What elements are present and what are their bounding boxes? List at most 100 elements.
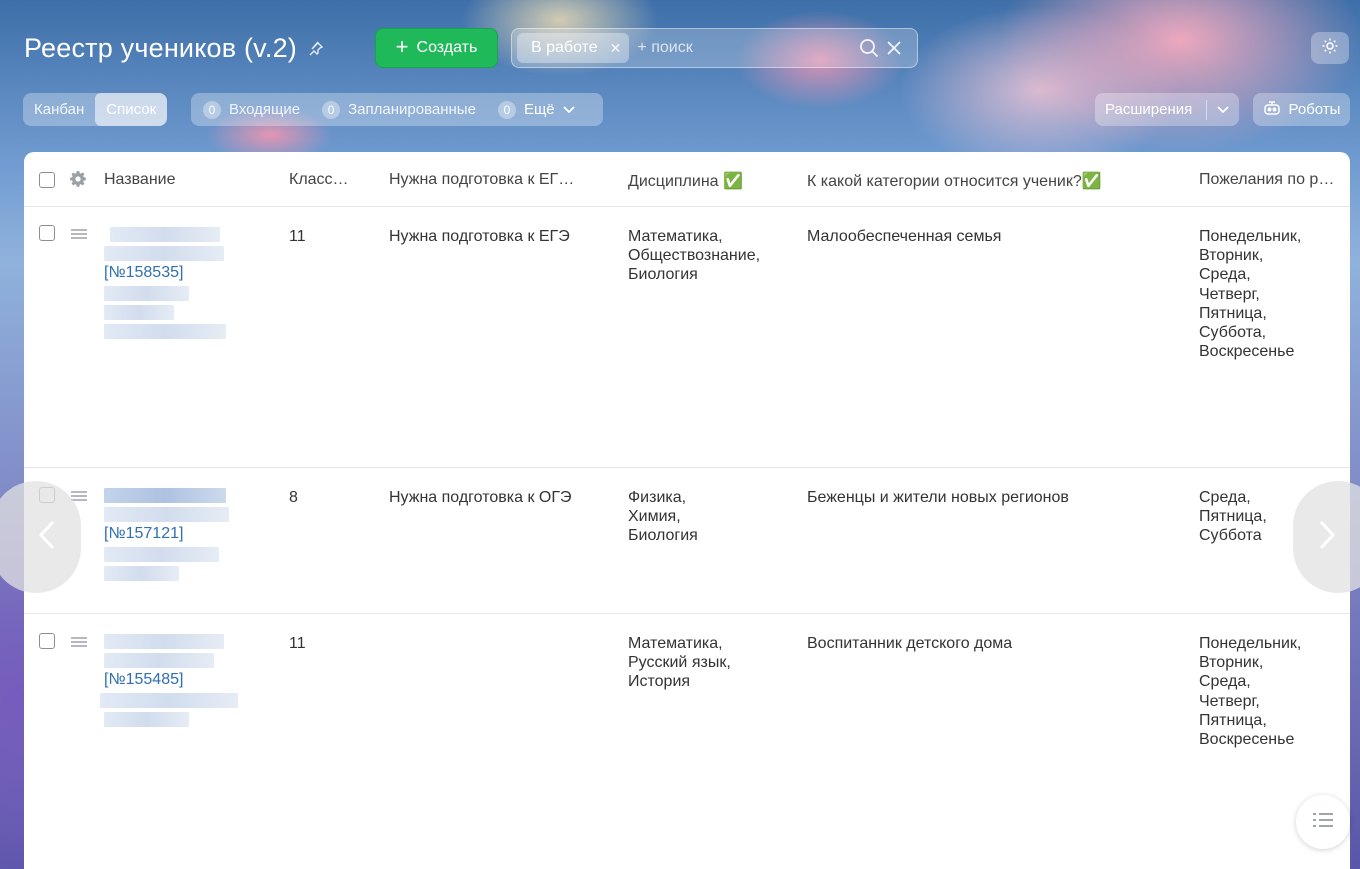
discipline-cell: Физика, Химия, Биология <box>628 488 798 546</box>
select-all-checkbox[interactable] <box>39 172 55 188</box>
category-cell: Беженцы и жители новых регионов <box>807 489 1069 506</box>
robots-label: Роботы <box>1288 101 1341 118</box>
redacted-name <box>104 634 224 649</box>
discipline-item: Математика, <box>628 228 723 245</box>
discipline-item: Химия, <box>628 508 681 526</box>
plus-icon: + <box>395 34 409 59</box>
wishes-cell: Понедельник, Вторник, Среда, Четверг, Пя… <box>1199 634 1344 749</box>
student-name-cell[interactable]: [№155485] <box>100 634 244 731</box>
discipline-cell: Математика, Обществознание, Биология <box>628 227 798 285</box>
extensions-label: Расширения <box>1105 101 1193 118</box>
search-icon[interactable] <box>859 38 879 63</box>
scroll-left-button[interactable] <box>0 481 81 593</box>
counter-badge: 0 <box>322 100 341 119</box>
category-cell: Воспитанник детского дома <box>807 635 1013 652</box>
redacted-text <box>104 566 179 582</box>
extensions-button[interactable]: Расширения <box>1095 93 1239 126</box>
student-id-link[interactable]: [№158535] <box>104 264 183 281</box>
list-menu-button[interactable] <box>1296 795 1350 849</box>
page-header: Реестр учеников (v.2) <box>24 30 325 66</box>
tab-kanban[interactable]: Канбан <box>23 93 95 126</box>
chevron-left-icon <box>38 515 55 560</box>
table-row[interactable]: [№158535] 11 Нужна подготовка к ЕГЭ Мате… <box>24 207 1350 468</box>
redacted-text <box>104 324 226 340</box>
counter-incoming[interactable]: 0 Входящие <box>203 100 300 119</box>
table-header: Название Класс… Нужна подготовка к ЕГ… Д… <box>24 152 1350 207</box>
chevron-down-icon[interactable] <box>1207 105 1239 114</box>
list-icon <box>1312 812 1334 833</box>
grade-cell: 11 <box>289 228 306 245</box>
day-item: Понедельник, <box>1199 228 1302 245</box>
day-item: Вторник, <box>1199 654 1264 672</box>
create-button[interactable]: + Создать <box>375 28 498 68</box>
page-title: Реестр учеников (v.2) <box>24 32 297 63</box>
discipline-item: Обществознание, <box>628 247 761 265</box>
table-row[interactable]: [№157121] 8 Нужна подготовка к ОГЭ Физик… <box>24 468 1350 614</box>
counter-badge: 0 <box>497 100 516 119</box>
search-bar[interactable]: В работе ✕ <box>511 28 918 68</box>
search-input[interactable] <box>637 39 838 57</box>
student-name-cell[interactable]: [№157121] <box>104 488 234 585</box>
counters-bar: 0 Входящие 0 Запланированные 0 Ещё <box>191 93 603 126</box>
prep-cell: Нужна подготовка к ОГЭ <box>389 489 572 506</box>
settings-button[interactable] <box>1311 32 1349 64</box>
redacted-name <box>104 488 226 503</box>
table-row[interactable]: [№155485] 11 Математика, Русский язык, И… <box>24 614 1350 814</box>
redacted-name <box>104 653 214 668</box>
grade-cell: 8 <box>289 489 298 506</box>
filter-chip-label: В работе <box>531 39 598 56</box>
chevron-down-icon <box>563 101 575 118</box>
counter-badge: 0 <box>203 100 221 119</box>
drag-handle-icon[interactable] <box>71 229 87 239</box>
close-icon[interactable]: ✕ <box>610 40 622 57</box>
student-id-link[interactable]: [№155485] <box>104 671 183 688</box>
gear-icon <box>1321 37 1339 60</box>
discipline-item: Биология <box>628 266 698 284</box>
day-item: Пятница, <box>1199 711 1267 729</box>
filter-chip[interactable]: В работе ✕ <box>517 33 630 63</box>
column-header-prep[interactable]: Нужна подготовка к ЕГ… <box>389 171 599 189</box>
drag-handle-icon[interactable] <box>71 637 87 647</box>
day-item: Суббота, <box>1199 324 1267 342</box>
day-item: Вторник, <box>1199 247 1264 265</box>
tab-list[interactable]: Список <box>95 93 168 126</box>
redacted-text <box>104 286 189 302</box>
gear-icon[interactable] <box>70 171 86 192</box>
day-item: Среда, <box>1199 673 1251 691</box>
counter-more[interactable]: 0 Ещё <box>497 100 575 119</box>
create-button-label: Создать <box>416 39 478 56</box>
column-header-name[interactable]: Название <box>104 171 274 189</box>
redacted-name <box>104 246 224 261</box>
column-header-discipline[interactable]: Дисциплина ✅ <box>628 171 798 191</box>
day-item: Воскресенье <box>1199 731 1295 749</box>
robots-button[interactable]: Роботы <box>1253 93 1350 126</box>
column-header-grade[interactable]: Класс… <box>289 171 359 189</box>
column-header-wishes[interactable]: Пожелания по р… <box>1199 171 1344 189</box>
data-table: Название Класс… Нужна подготовка к ЕГ… Д… <box>24 152 1350 869</box>
drag-handle-icon[interactable] <box>71 491 87 501</box>
category-cell: Малообеспеченная семья <box>807 228 1002 245</box>
redacted-text <box>104 305 174 321</box>
counter-planned[interactable]: 0 Запланированные <box>322 100 476 119</box>
discipline-item: Математика, <box>628 635 723 652</box>
student-id-link[interactable]: [№157121] <box>104 525 183 542</box>
day-item: Четверг, <box>1199 692 1260 710</box>
student-name-cell[interactable]: [№158535] <box>104 227 234 343</box>
row-checkbox[interactable] <box>39 633 55 649</box>
row-checkbox[interactable] <box>39 225 55 241</box>
clear-search-icon[interactable] <box>885 39 903 62</box>
prep-cell: Нужна подготовка к ЕГЭ <box>389 228 570 245</box>
discipline-item: Русский язык, <box>628 654 731 672</box>
redacted-text <box>100 693 238 709</box>
discipline-cell: Математика, Русский язык, История <box>628 634 798 692</box>
discipline-item: Биология <box>628 527 698 545</box>
discipline-item: Физика, <box>628 489 687 506</box>
scroll-right-button[interactable] <box>1293 481 1360 593</box>
pin-icon[interactable] <box>307 39 325 57</box>
day-item: Воскресенье <box>1199 343 1295 361</box>
grade-cell: 11 <box>289 635 306 652</box>
redacted-text <box>104 712 189 728</box>
column-header-category[interactable]: К какой категории относится ученик?✅ <box>807 171 1167 191</box>
robot-icon <box>1263 100 1281 120</box>
counter-label: Запланированные <box>348 101 476 118</box>
